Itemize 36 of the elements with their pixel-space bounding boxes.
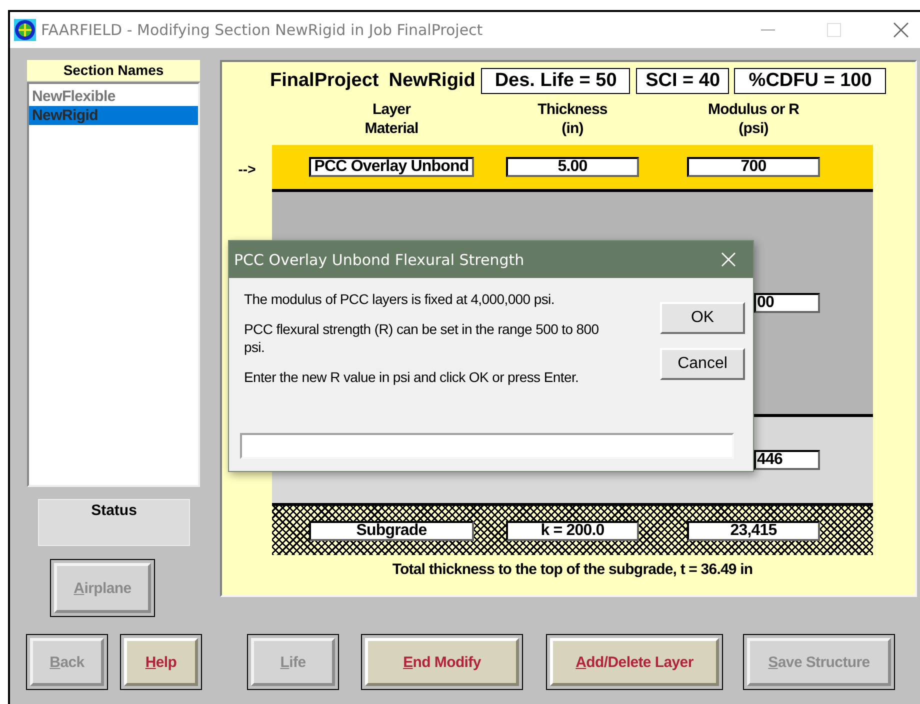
thickness-field[interactable]: 5.00 — [506, 157, 639, 177]
section-name: NewRigid — [388, 70, 476, 92]
dialog-title: PCC Overlay Unbond Flexural Strength — [234, 250, 524, 268]
column-header: Thickness (in) — [536, 100, 608, 139]
section-item[interactable]: NewFlexible — [29, 87, 198, 106]
current-layer-pointer: --> — [238, 160, 256, 176]
input-field[interactable] — [240, 433, 734, 459]
cdfu-box: %CDFU = 100 — [734, 68, 886, 94]
material-field[interactable]: PCC Overlay Unbond — [309, 157, 474, 177]
modulus-field[interactable]: 700 — [687, 157, 820, 177]
job-name: FinalProject — [270, 70, 379, 92]
modulus-field[interactable]: 00 — [754, 293, 820, 313]
nav-button[interactable]: End Modify — [361, 634, 523, 690]
status-label: Status — [91, 502, 137, 519]
close-icon[interactable] — [893, 22, 909, 38]
thickness-field[interactable]: k = 200.0 — [506, 520, 639, 540]
app-logo-icon — [14, 19, 36, 41]
modulus-field[interactable]: 23,415 — [687, 520, 820, 540]
material-field[interactable]: Subgrade — [309, 520, 474, 540]
column-header: Modulus or R (psi) — [706, 100, 800, 139]
minimize-icon[interactable] — [761, 29, 775, 31]
list-header: Section Names — [27, 60, 200, 81]
sci-box: SCI = 40 — [636, 68, 730, 94]
section-list[interactable]: NewFlexible NewRigid — [27, 82, 200, 487]
dialog-message: Enter the new R value in psi and click OK or press Enter. — [244, 368, 580, 386]
window-title: FAARFIELD - Modifying Section NewRigid in Job FinalProject — [41, 21, 483, 39]
nav-button[interactable]: Help — [120, 634, 202, 690]
column-header: Layer Material — [364, 100, 420, 139]
cancel-button[interactable]: Cancel — [660, 348, 745, 380]
dialog-message: The modulus of PCC layers is fixed at 4,000,000 psi. — [244, 290, 556, 308]
modulus-field[interactable]: 446 — [754, 450, 820, 470]
ok-button[interactable]: OK — [660, 302, 745, 334]
nav-button[interactable]: Add/Delete Layer — [546, 634, 723, 690]
total-thickness-text: Total thickness to the top of the subgrade, t = 36.49 in — [391, 561, 754, 578]
dialog-message: PCC flexural strength (R) can be set in the range 500 to 800 psi. — [244, 320, 600, 356]
design-life-box: Des. Life = 50 — [481, 68, 630, 94]
